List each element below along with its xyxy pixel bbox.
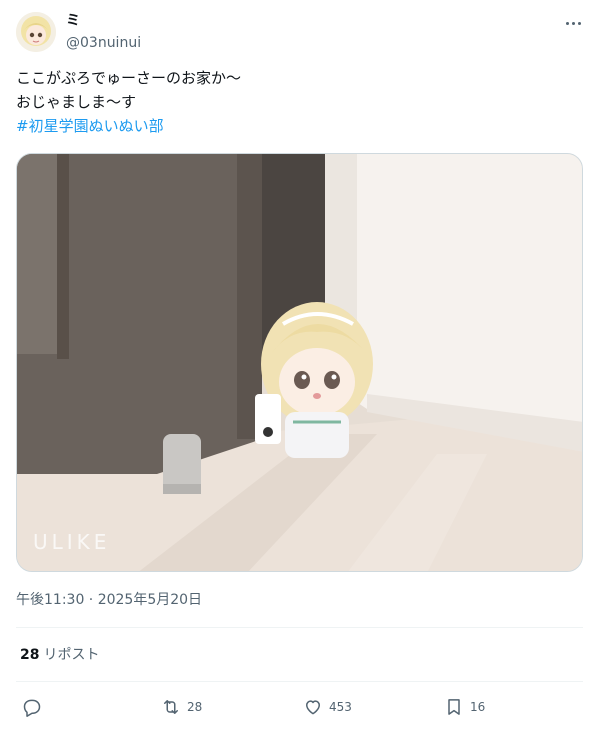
photo-plushie-at-door: ULIKE [17,154,582,571]
tweet: ミ @03nuinui ここがぷろでゅーさーのお家か〜 おじゃましま〜す #初星… [0,0,599,740]
more-dot-icon [571,21,575,25]
retweet-button[interactable]: 28 [161,693,202,721]
repost-label: リポスト [43,647,100,663]
tweet-photo[interactable]: ULIKE [16,153,583,572]
tweet-text-line: ここがぷろでゅーさーのお家か〜 [16,69,242,87]
repost-stats[interactable]: 28 リポスト [20,645,99,665]
hashtag-link[interactable]: #初星学園ぬいぬい部 [16,114,241,138]
more-dot-icon [565,21,569,25]
repost-count: 28 [20,647,40,663]
author-display-name[interactable]: ミ [66,12,80,30]
heart-icon [306,700,320,715]
author-avatar[interactable] [16,12,56,52]
tweet-text: ここがぷろでゅーさーのお家か〜 おじゃましま〜す #初星学園ぬいぬい部 [16,66,241,138]
tweet-timestamp[interactable]: 午後11:30 · 2025年5月20日 [16,590,202,610]
action-bar: 28 453 16 [16,693,583,721]
bookmark-count: 16 [470,700,486,714]
more-options-button[interactable] [560,10,586,36]
more-dot-icon [577,21,581,25]
retweet-count: 28 [187,700,203,714]
reply-icon [23,699,41,717]
bookmark-button[interactable]: 16 [444,693,485,721]
tweet-text-line: おじゃましま〜す [16,93,137,111]
retweet-icon [164,700,178,714]
author-handle[interactable]: @03nuinui [66,34,141,52]
divider [16,627,583,628]
divider [16,681,583,682]
like-count: 453 [329,700,352,714]
bookmark-icon [448,699,460,715]
like-button[interactable]: 453 [303,693,352,721]
reply-button[interactable] [22,693,48,721]
avatar-icon [16,12,56,52]
photo-watermark: ULIKE [33,530,110,554]
